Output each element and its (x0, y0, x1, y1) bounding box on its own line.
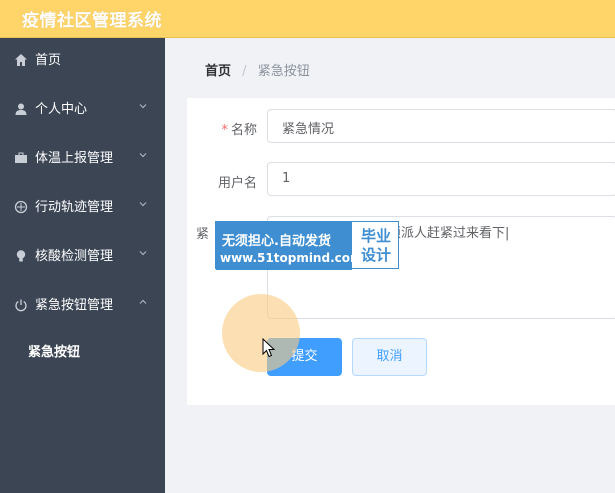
home-icon (14, 53, 28, 67)
sidebar-item-label: 个人中心 (35, 102, 88, 117)
sidebar-item-label: 核酸检测管理 (35, 249, 114, 264)
breadcrumb-separator: / (242, 64, 247, 79)
sidebar-subitem-label: 紧急按钮 (28, 345, 81, 360)
top-header: 疫情社区管理系统 (0, 0, 615, 38)
cancel-button[interactable]: 取消 (352, 338, 427, 376)
watermark: 无须担心.自动发货 www.51topmind.com 毕业设计 (215, 221, 399, 270)
sidebar-item-temperature[interactable]: 体温上报管理 (0, 136, 165, 184)
content-textarea-value: 烦派人赶紧过来看下| (388, 226, 510, 241)
user-icon (14, 102, 28, 116)
username-label: 用户名 (217, 176, 257, 191)
name-label: * 名称 (221, 123, 257, 138)
breadcrumb-home[interactable]: 首页 (205, 64, 231, 79)
content-label: 紧 (195, 227, 209, 242)
username-input-value: 1 (282, 171, 291, 186)
sidebar-subitem-emergency-button[interactable]: 紧急按钮 (0, 329, 165, 369)
sidebar-item-home[interactable]: 首页 (0, 38, 165, 86)
watermark-brand: 毕业设计 (360, 227, 391, 264)
chevron-down-icon (138, 199, 148, 212)
watermark-left-panel: 无须担心.自动发货 www.51topmind.com (216, 222, 363, 270)
sidebar-item-label: 体温上报管理 (35, 151, 114, 166)
compass-icon (14, 200, 28, 214)
name-input-value: 紧急情况 (282, 122, 335, 137)
sidebar-item-emergency-button[interactable]: 紧急按钮管理 (0, 283, 165, 331)
required-mark: * (221, 123, 228, 138)
sidebar-item-label: 紧急按钮管理 (35, 298, 114, 313)
chevron-down-icon (138, 150, 148, 163)
chevron-down-icon (138, 101, 148, 114)
mouse-cursor-icon (262, 337, 276, 358)
click-highlight (222, 294, 300, 372)
name-input[interactable]: 紧急情况 (267, 109, 615, 143)
app-title: 疫情社区管理系统 (22, 11, 162, 31)
username-input[interactable]: 1 (267, 162, 615, 196)
watermark-slogan: 无须担心.自动发货 (222, 234, 331, 249)
chevron-down-icon (138, 248, 148, 261)
watermark-url: www.51topmind.com (220, 251, 363, 265)
sidebar: 首页 个人中心 体温上报管理 行动轨迹管理 核酸检测管理 紧急按钮管理 紧急按钮 (0, 38, 165, 493)
bulb-icon (14, 249, 28, 263)
briefcase-icon (14, 151, 28, 165)
breadcrumb-current: 紧急按钮 (257, 64, 310, 79)
chevron-up-icon (138, 297, 148, 310)
power-icon (14, 298, 28, 312)
breadcrumb: 首页 / 紧急按钮 (205, 60, 310, 79)
sidebar-item-personal-center[interactable]: 个人中心 (0, 87, 165, 135)
sidebar-item-label: 首页 (35, 53, 62, 68)
sidebar-item-label: 行动轨迹管理 (35, 200, 114, 215)
